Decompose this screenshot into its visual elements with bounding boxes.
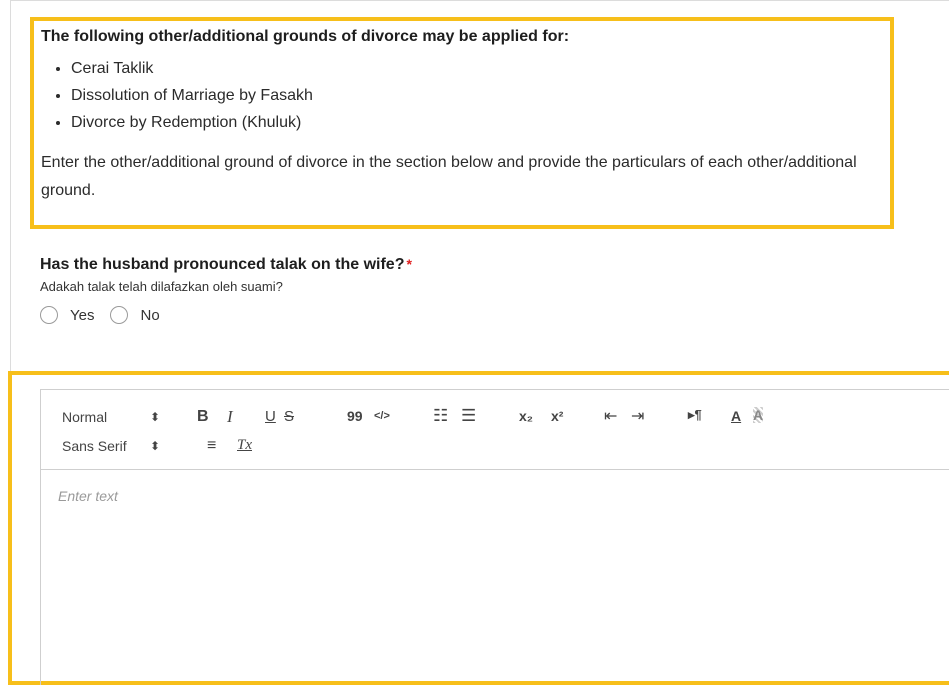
editor-toolbar: Normal ⬍ B I U S 99 </> ☷ ☰ x₂ x² ⇤ ⇥ ▸¶… (41, 390, 949, 470)
grounds-info-box: The following other/additional grounds o… (30, 17, 894, 229)
blockquote-button[interactable]: 99 (347, 408, 363, 424)
align-button[interactable]: ≡ (207, 437, 216, 455)
talak-question: Has the husband pronounced talak on the … (40, 256, 412, 324)
radio-group: Yes No (40, 306, 412, 324)
font-picker-caret-icon[interactable]: ⬍ (150, 439, 160, 453)
subscript-button[interactable]: x₂ (519, 408, 533, 424)
font-picker[interactable]: Sans Serif (62, 438, 127, 454)
bold-button[interactable]: B (197, 408, 209, 426)
size-picker-caret-icon[interactable]: ⬍ (150, 410, 160, 424)
no-radio[interactable] (110, 306, 129, 324)
underline-button[interactable]: U (265, 408, 276, 425)
italic-button[interactable]: I (227, 407, 233, 427)
editor-placeholder: Enter text (58, 488, 118, 504)
text-direction-button[interactable]: ▸¶ (688, 407, 702, 423)
no-radio-label[interactable]: No (140, 307, 159, 324)
size-picker[interactable]: Normal (62, 409, 107, 425)
editor-content-area[interactable]: Enter text (41, 470, 949, 506)
rich-text-editor: Normal ⬍ B I U S 99 </> ☷ ☰ x₂ x² ⇤ ⇥ ▸¶… (40, 389, 949, 685)
yes-radio-label[interactable]: Yes (70, 307, 94, 324)
outdent-button[interactable]: ⇤ (604, 406, 617, 426)
code-block-button[interactable]: </> (374, 410, 390, 422)
list-item: Divorce by Redemption (Khuluk) (71, 109, 881, 136)
list-item: Dissolution of Marriage by Fasakh (71, 82, 881, 109)
required-marker: * (406, 256, 412, 272)
strike-button[interactable]: S (284, 408, 294, 425)
list-item: Cerai Taklik (71, 55, 881, 82)
superscript-button[interactable]: x² (551, 408, 563, 424)
clean-format-button[interactable]: Tx (237, 437, 252, 454)
info-heading: The following other/additional grounds o… (41, 28, 570, 45)
background-color-button[interactable]: A (753, 407, 764, 423)
bullet-list-button[interactable]: ☰ (461, 406, 476, 426)
question-subtitle: Adakah talak telah dilafazkan oleh suami… (40, 279, 283, 294)
ordered-list-button[interactable]: ☷ (433, 406, 448, 426)
yes-radio[interactable] (40, 306, 58, 324)
question-title: Has the husband pronounced talak on the … (40, 256, 412, 274)
text-color-button[interactable]: A (731, 408, 741, 424)
info-instruction: Enter the other/additional ground of div… (41, 154, 857, 199)
indent-button[interactable]: ⇥ (631, 406, 644, 426)
question-title-text: Has the husband pronounced talak on the … (40, 256, 405, 273)
grounds-list: Cerai Taklik Dissolution of Marriage by … (41, 55, 881, 136)
